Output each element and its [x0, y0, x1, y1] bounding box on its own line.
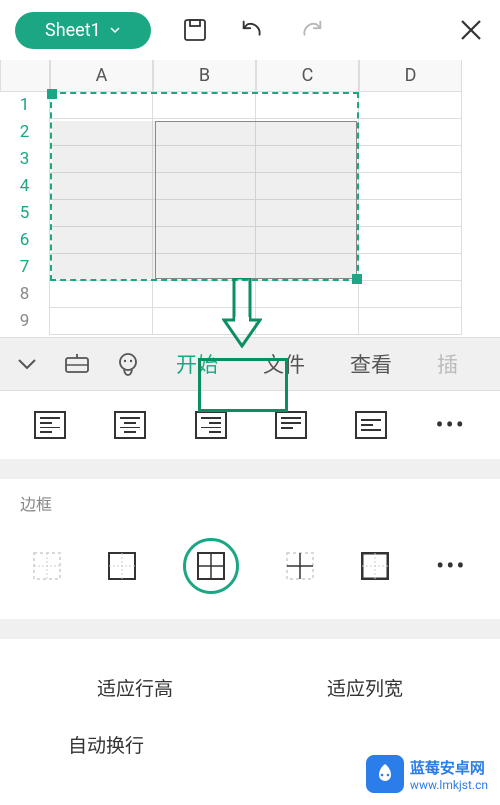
- cell[interactable]: [359, 227, 462, 254]
- close-icon[interactable]: [457, 16, 485, 44]
- border-thick-outer-button[interactable]: [361, 552, 389, 580]
- cell[interactable]: [256, 308, 359, 335]
- watermark-icon: [366, 755, 404, 793]
- row-header-1[interactable]: 1: [0, 92, 50, 119]
- assistant-icon[interactable]: [115, 351, 141, 377]
- cell[interactable]: [50, 92, 153, 119]
- cell[interactable]: [153, 119, 256, 146]
- row-header-2[interactable]: 2: [0, 119, 50, 146]
- redo-icon[interactable]: [297, 16, 325, 44]
- cell[interactable]: [359, 308, 462, 335]
- collapse-icon[interactable]: [15, 352, 39, 376]
- border-inner-button[interactable]: [286, 552, 314, 580]
- border-all-button[interactable]: [183, 538, 239, 594]
- cell[interactable]: [256, 119, 359, 146]
- cell[interactable]: [50, 173, 153, 200]
- row-header-7[interactable]: 7: [0, 254, 50, 281]
- border-more-button[interactable]: •••: [436, 552, 466, 580]
- sheet-tab[interactable]: Sheet1: [15, 12, 151, 49]
- tab-insert-truncated[interactable]: 插: [427, 349, 468, 379]
- corner-cell[interactable]: [0, 60, 50, 92]
- cell[interactable]: [256, 281, 359, 308]
- cell[interactable]: [50, 308, 153, 335]
- watermark-title: 蓝莓安卓网: [410, 757, 485, 778]
- fit-row-height-button[interactable]: 适应行高: [97, 674, 173, 701]
- tab-file[interactable]: 文件: [253, 349, 315, 379]
- cell[interactable]: [359, 92, 462, 119]
- border-panel: •••: [0, 523, 500, 619]
- cell[interactable]: [153, 146, 256, 173]
- col-header-c[interactable]: C: [256, 60, 359, 92]
- align-center-button[interactable]: [114, 411, 146, 439]
- chevron-down-icon: [109, 24, 121, 36]
- cell[interactable]: [359, 281, 462, 308]
- cell[interactable]: [359, 254, 462, 281]
- cell[interactable]: [256, 254, 359, 281]
- cell[interactable]: [153, 92, 256, 119]
- cell[interactable]: [153, 254, 256, 281]
- border-none-button[interactable]: [33, 552, 61, 580]
- cell[interactable]: [50, 119, 153, 146]
- align-right-button[interactable]: [195, 411, 227, 439]
- tab-view[interactable]: 查看: [340, 349, 402, 379]
- alignment-panel: •••: [0, 391, 500, 459]
- auto-wrap-button[interactable]: 自动换行: [68, 731, 144, 758]
- row-header-9[interactable]: 9: [0, 308, 50, 335]
- sheet-name-label: Sheet1: [45, 20, 101, 41]
- row-header-6[interactable]: 6: [0, 227, 50, 254]
- cell[interactable]: [50, 146, 153, 173]
- row-header-3[interactable]: 3: [0, 146, 50, 173]
- col-header-b[interactable]: B: [153, 60, 256, 92]
- cell[interactable]: [50, 227, 153, 254]
- cell[interactable]: [153, 200, 256, 227]
- undo-icon[interactable]: [239, 16, 267, 44]
- cell[interactable]: [359, 200, 462, 227]
- cell[interactable]: [256, 146, 359, 173]
- cell[interactable]: [256, 200, 359, 227]
- cell[interactable]: [256, 227, 359, 254]
- row-header-5[interactable]: 5: [0, 200, 50, 227]
- annotation-arrow-icon: [222, 278, 262, 352]
- align-top-button[interactable]: [275, 411, 307, 439]
- border-outer-button[interactable]: [108, 552, 136, 580]
- row-header-4[interactable]: 4: [0, 173, 50, 200]
- keyboard-icon[interactable]: [64, 352, 90, 376]
- save-icon[interactable]: [181, 16, 209, 44]
- top-toolbar: Sheet1: [0, 0, 500, 60]
- cell[interactable]: [50, 200, 153, 227]
- watermark-url: www.lmkjst.cn: [410, 778, 488, 792]
- cell[interactable]: [256, 173, 359, 200]
- col-header-a[interactable]: A: [50, 60, 153, 92]
- align-middle-button[interactable]: [355, 411, 387, 439]
- border-section-label: 边框: [0, 479, 500, 523]
- align-left-button[interactable]: [34, 411, 66, 439]
- cell[interactable]: [359, 119, 462, 146]
- tab-start[interactable]: 开始: [166, 349, 228, 379]
- cell[interactable]: [153, 227, 256, 254]
- row-header-8[interactable]: 8: [0, 281, 50, 308]
- watermark: 蓝莓安卓网 www.lmkjst.cn: [366, 755, 488, 793]
- cell[interactable]: [50, 281, 153, 308]
- fit-col-width-button[interactable]: 适应列宽: [327, 674, 403, 701]
- cell[interactable]: [50, 254, 153, 281]
- cell[interactable]: [359, 173, 462, 200]
- align-more-button[interactable]: •••: [436, 411, 466, 439]
- cell[interactable]: [153, 173, 256, 200]
- col-header-d[interactable]: D: [359, 60, 462, 92]
- cell[interactable]: [256, 92, 359, 119]
- cell[interactable]: [359, 146, 462, 173]
